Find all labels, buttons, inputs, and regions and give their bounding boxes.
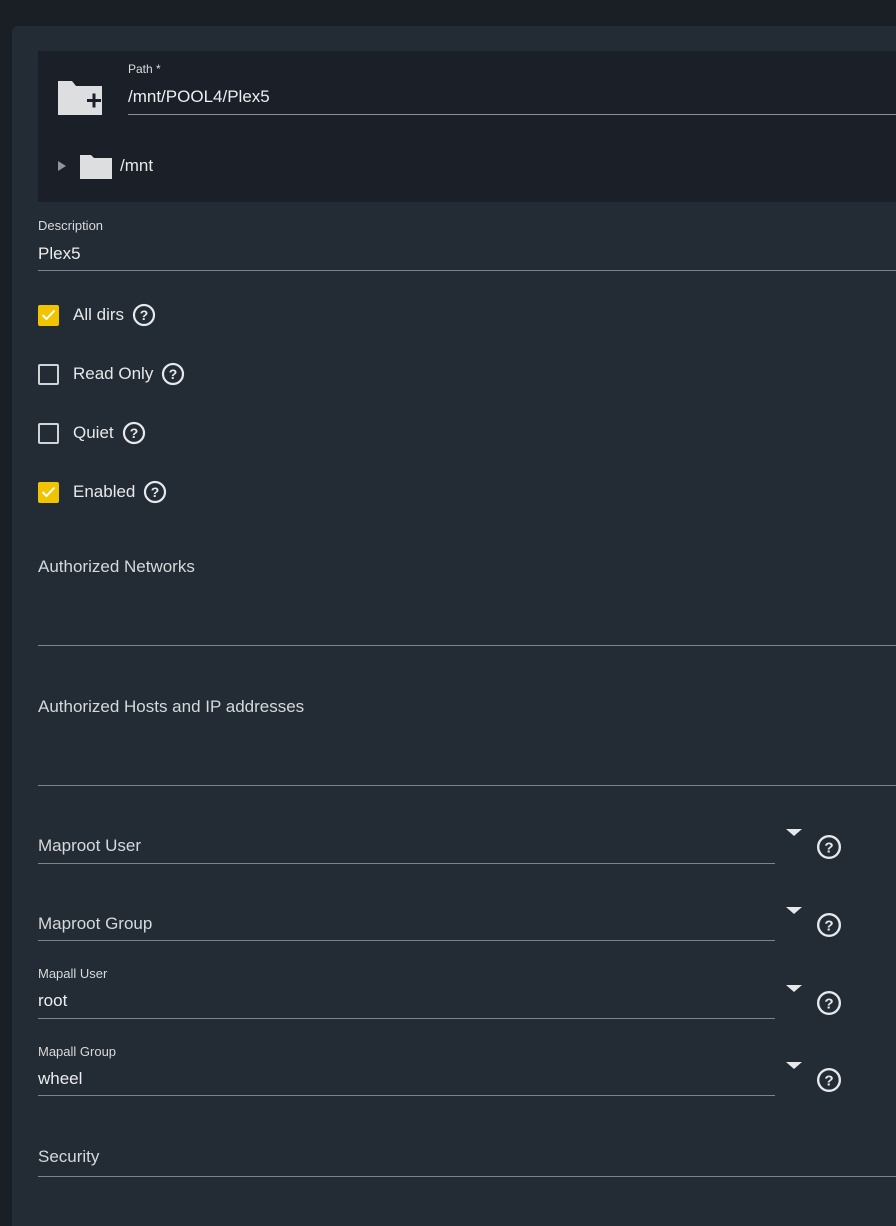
svg-text:?: ? (824, 839, 833, 856)
checkmark-icon (41, 486, 56, 498)
svg-text:?: ? (824, 995, 833, 1012)
maproot-user-underline (38, 863, 775, 864)
dropdown-caret-icon[interactable] (786, 985, 802, 992)
folder-add-icon[interactable] (56, 77, 104, 117)
form-panel (12, 26, 896, 1226)
help-icon[interactable]: ? (816, 912, 842, 938)
authorized-networks-label: Authorized Networks (38, 557, 195, 576)
mapall-group-select[interactable]: wheel (38, 1069, 82, 1089)
checkbox-label: Read Only (73, 364, 154, 383)
mapall-user-label: Mapall User (38, 966, 108, 981)
checkbox-label: Enabled (73, 482, 136, 501)
authorized-hosts-label: Authorized Hosts and IP addresses (38, 697, 305, 716)
checkbox-box[interactable] (38, 481, 59, 503)
maproot-group-select[interactable]: Maproot Group (38, 914, 152, 934)
path-underline (128, 114, 896, 115)
help-icon[interactable]: ? (161, 362, 185, 386)
checkbox-box[interactable] (38, 422, 59, 444)
help-icon[interactable]: ? (122, 421, 146, 445)
svg-text:?: ? (169, 366, 178, 382)
help-icon[interactable]: ? (816, 990, 842, 1016)
maproot-user-select[interactable]: Maproot User (38, 836, 141, 856)
mapall-user-underline (38, 1018, 775, 1019)
checkbox-box[interactable] (38, 363, 59, 385)
tree-node-label: /mnt (120, 156, 154, 175)
svg-text:?: ? (129, 425, 138, 441)
security-underline (38, 1176, 896, 1177)
tree-node-mnt[interactable]: /mnt (58, 151, 153, 181)
path-input[interactable]: /mnt/POOL4/Plex5 (128, 87, 270, 107)
svg-text:?: ? (824, 917, 833, 934)
svg-text:?: ? (140, 307, 149, 323)
dropdown-caret-icon[interactable] (786, 1062, 802, 1069)
checkbox-quiet[interactable]: Quiet ? (38, 419, 146, 447)
checkbox-label: Quiet (73, 423, 114, 442)
checkbox-all-dirs[interactable]: All dirs ? (38, 301, 156, 329)
security-select[interactable]: Security (38, 1147, 99, 1167)
expand-arrow-icon[interactable] (58, 161, 66, 171)
authorized-hosts-input[interactable] (38, 785, 896, 786)
maproot-group-underline (38, 940, 775, 941)
path-explorer: Path * /mnt/POOL4/Plex5 /mnt (38, 51, 896, 202)
mapall-user-select[interactable]: root (38, 991, 67, 1011)
description-input[interactable]: Plex5 (38, 244, 81, 264)
checkbox-label: All dirs (73, 305, 125, 324)
svg-text:?: ? (151, 484, 160, 500)
checkbox-read-only[interactable]: Read Only ? (38, 360, 185, 388)
checkbox-enabled[interactable]: Enabled ? (38, 478, 167, 506)
checkbox-box[interactable] (38, 304, 59, 326)
dropdown-caret-icon[interactable] (786, 829, 802, 836)
help-icon[interactable]: ? (143, 480, 167, 504)
mapall-group-label: Mapall Group (38, 1044, 117, 1059)
help-icon[interactable]: ? (816, 834, 842, 860)
description-underline (38, 270, 896, 271)
dropdown-caret-icon[interactable] (786, 907, 802, 914)
folder-icon (80, 155, 112, 179)
svg-text:?: ? (824, 1072, 833, 1089)
checkmark-icon (41, 309, 56, 321)
help-icon[interactable]: ? (816, 1067, 842, 1093)
path-label: Path * (128, 62, 161, 76)
mapall-group-underline (38, 1095, 775, 1096)
authorized-networks-input[interactable] (38, 645, 896, 646)
description-label: Description (38, 218, 104, 233)
help-icon[interactable]: ? (132, 303, 156, 327)
